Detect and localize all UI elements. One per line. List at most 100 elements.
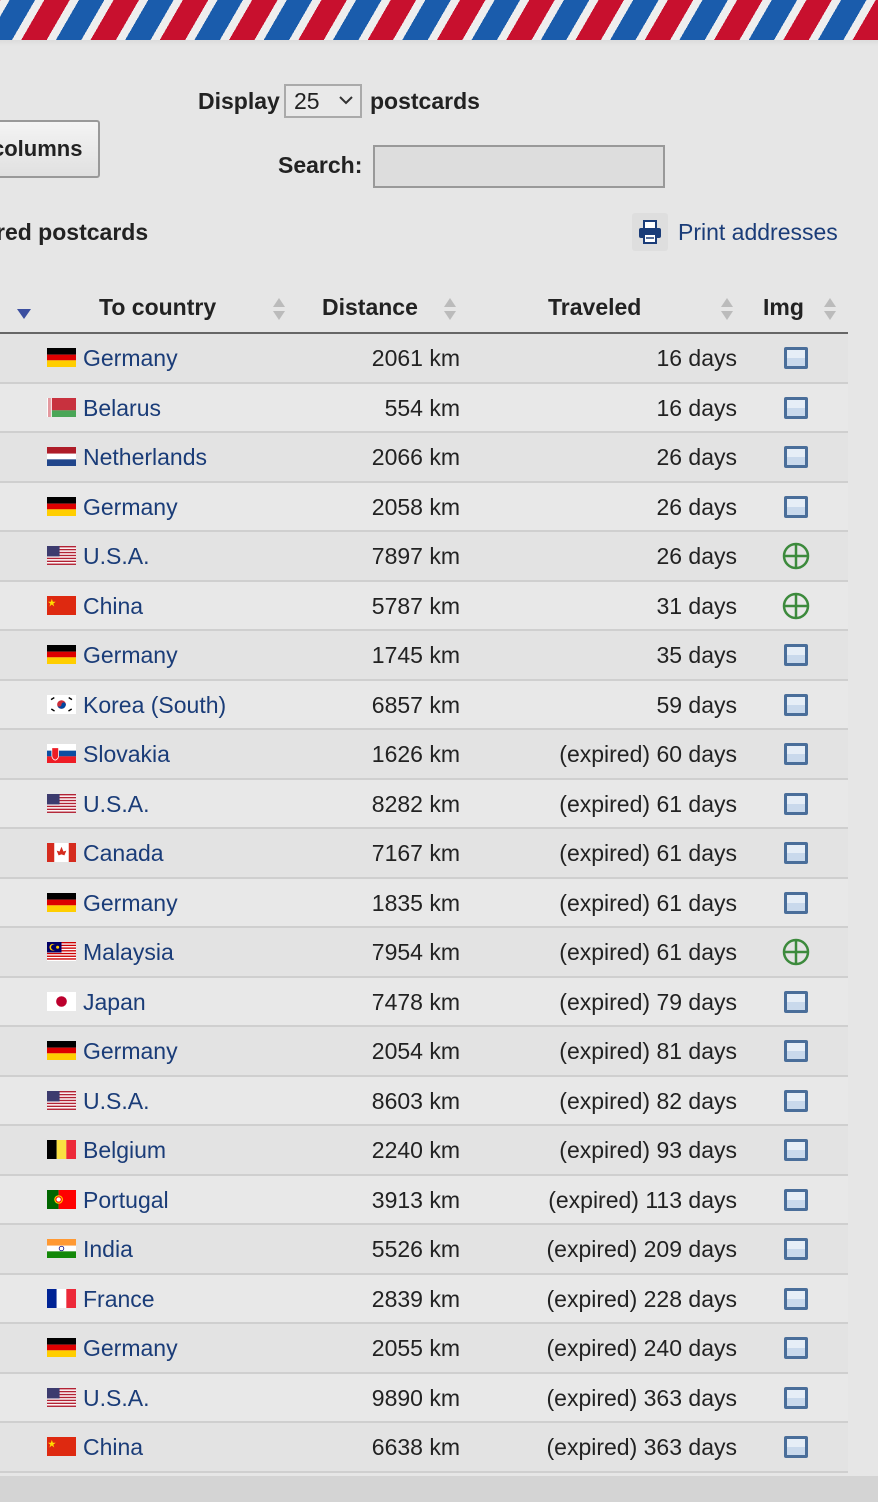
distance-cell: 6857 km: [371, 691, 460, 718]
distance-cell: 1626 km: [371, 741, 460, 767]
flag-fr-icon: [47, 1287, 76, 1308]
header-distance[interactable]: Distance: [322, 294, 418, 321]
country-link[interactable]: India: [83, 1236, 133, 1263]
image-icon[interactable]: [782, 790, 810, 818]
traveled-cell: (expired) 79 days: [559, 988, 737, 1015]
columns-button[interactable]: columns: [0, 120, 100, 178]
image-icon[interactable]: [782, 1186, 810, 1214]
header-img[interactable]: Img: [763, 294, 804, 321]
display-count-select[interactable]: 25: [284, 84, 362, 118]
image-icon[interactable]: [782, 641, 810, 669]
flag-us-icon: [47, 544, 76, 565]
distance-cell: 7897 km: [371, 543, 460, 569]
country-link[interactable]: China: [83, 593, 143, 620]
country-link[interactable]: Malaysia: [83, 939, 174, 966]
flag-sk-icon: [47, 742, 76, 763]
country-link[interactable]: Germany: [83, 642, 178, 669]
traveled-cell: (expired) 82 days: [559, 1087, 737, 1114]
image-icon[interactable]: [782, 889, 810, 917]
image-icon[interactable]: [782, 740, 810, 768]
flag-jp-icon: [47, 990, 76, 1011]
country-link[interactable]: France: [83, 1286, 155, 1313]
print-addresses-link[interactable]: Print addresses: [632, 212, 838, 252]
country-link[interactable]: Canada: [83, 840, 164, 867]
image-icon[interactable]: [782, 691, 810, 719]
search-input[interactable]: [373, 145, 665, 188]
traveled-cell: 26 days: [656, 543, 737, 569]
traveled-cell: (expired) 209 days: [546, 1236, 738, 1262]
traveled-cell: 16 days: [656, 394, 737, 421]
traveled-cell: (expired) 61 days: [559, 939, 737, 965]
image-icon[interactable]: [782, 1037, 810, 1065]
sort-arrows-icon[interactable]: [720, 296, 734, 322]
image-icon[interactable]: [782, 988, 810, 1016]
country-link[interactable]: Slovakia: [83, 741, 170, 768]
print-addresses-label: Print addresses: [678, 218, 838, 245]
image-icon[interactable]: [782, 443, 810, 471]
distance-cell: 1835 km: [371, 889, 460, 916]
table-row: U.S.A. 8603 km (expired) 82 days: [0, 1076, 848, 1126]
flag-de-icon: [47, 643, 76, 664]
country-link[interactable]: Germany: [83, 494, 178, 521]
header-shadow: [0, 40, 878, 46]
add-image-icon[interactable]: [782, 542, 810, 570]
country-link[interactable]: China: [83, 1434, 143, 1461]
image-icon[interactable]: [782, 839, 810, 867]
country-link[interactable]: U.S.A.: [83, 791, 149, 818]
sort-arrows-icon[interactable]: [823, 296, 837, 322]
table-row: India 5526 km (expired) 209 days: [0, 1225, 848, 1275]
distance-cell: 7167 km: [371, 840, 460, 866]
table-row: Slovakia 1626 km (expired) 60 days: [0, 730, 848, 780]
flag-us-icon: [47, 792, 76, 813]
country-link[interactable]: U.S.A.: [83, 543, 149, 570]
add-image-icon[interactable]: [782, 938, 810, 966]
country-link[interactable]: Portugal: [83, 1187, 169, 1214]
table-row: Malaysia 7954 km (expired) 61 days: [0, 928, 848, 978]
country-link[interactable]: U.S.A.: [83, 1088, 149, 1115]
table-row: Germany 2055 km (expired) 240 days: [0, 1324, 848, 1374]
distance-cell: 8603 km: [371, 1087, 460, 1114]
traveled-cell: (expired) 61 days: [559, 889, 737, 916]
image-icon[interactable]: [782, 1235, 810, 1263]
country-link[interactable]: Germany: [83, 1335, 178, 1362]
image-icon[interactable]: [782, 394, 810, 422]
country-link[interactable]: Korea (South): [83, 692, 226, 719]
table-row: Korea (South) 6857 km 59 days: [0, 680, 848, 730]
add-image-icon[interactable]: [782, 592, 810, 620]
image-icon[interactable]: [782, 1087, 810, 1115]
sort-desc-icon[interactable]: [16, 308, 32, 320]
traveled-cell: (expired) 60 days: [559, 741, 737, 767]
traveled-cell: (expired) 240 days: [546, 1335, 738, 1361]
distance-cell: 2839 km: [371, 1285, 460, 1312]
distance-cell: 7478 km: [371, 988, 460, 1015]
image-icon[interactable]: [782, 493, 810, 521]
distance-cell: 3913 km: [371, 1186, 460, 1213]
image-icon[interactable]: [782, 1433, 810, 1461]
distance-cell: 2055 km: [371, 1335, 460, 1361]
sort-arrows-icon[interactable]: [272, 296, 286, 322]
distance-cell: 2061 km: [371, 345, 460, 371]
distance-cell: 8282 km: [371, 790, 460, 817]
country-link[interactable]: Germany: [83, 1038, 178, 1065]
country-link[interactable]: Germany: [83, 345, 178, 372]
image-icon[interactable]: [782, 1384, 810, 1412]
sort-arrows-icon[interactable]: [443, 296, 457, 322]
header-traveled[interactable]: Traveled: [548, 294, 641, 321]
country-link[interactable]: Japan: [83, 989, 146, 1016]
header-to-country[interactable]: To country: [99, 294, 216, 321]
traveled-cell: 26 days: [656, 493, 737, 520]
country-link[interactable]: Germany: [83, 890, 178, 917]
country-link[interactable]: U.S.A.: [83, 1385, 149, 1412]
distance-cell: 2058 km: [371, 493, 460, 520]
flag-nl-icon: [47, 445, 76, 466]
country-link[interactable]: Belarus: [83, 395, 161, 422]
country-link[interactable]: Belgium: [83, 1137, 166, 1164]
country-link[interactable]: Netherlands: [83, 444, 207, 471]
table-row: Germany 2061 km 16 days: [0, 334, 848, 384]
traveled-cell: 26 days: [656, 444, 737, 470]
image-icon[interactable]: [782, 1334, 810, 1362]
flag-de-icon: [47, 1039, 76, 1060]
image-icon[interactable]: [782, 1136, 810, 1164]
image-icon[interactable]: [782, 1285, 810, 1313]
image-icon[interactable]: [782, 344, 810, 372]
